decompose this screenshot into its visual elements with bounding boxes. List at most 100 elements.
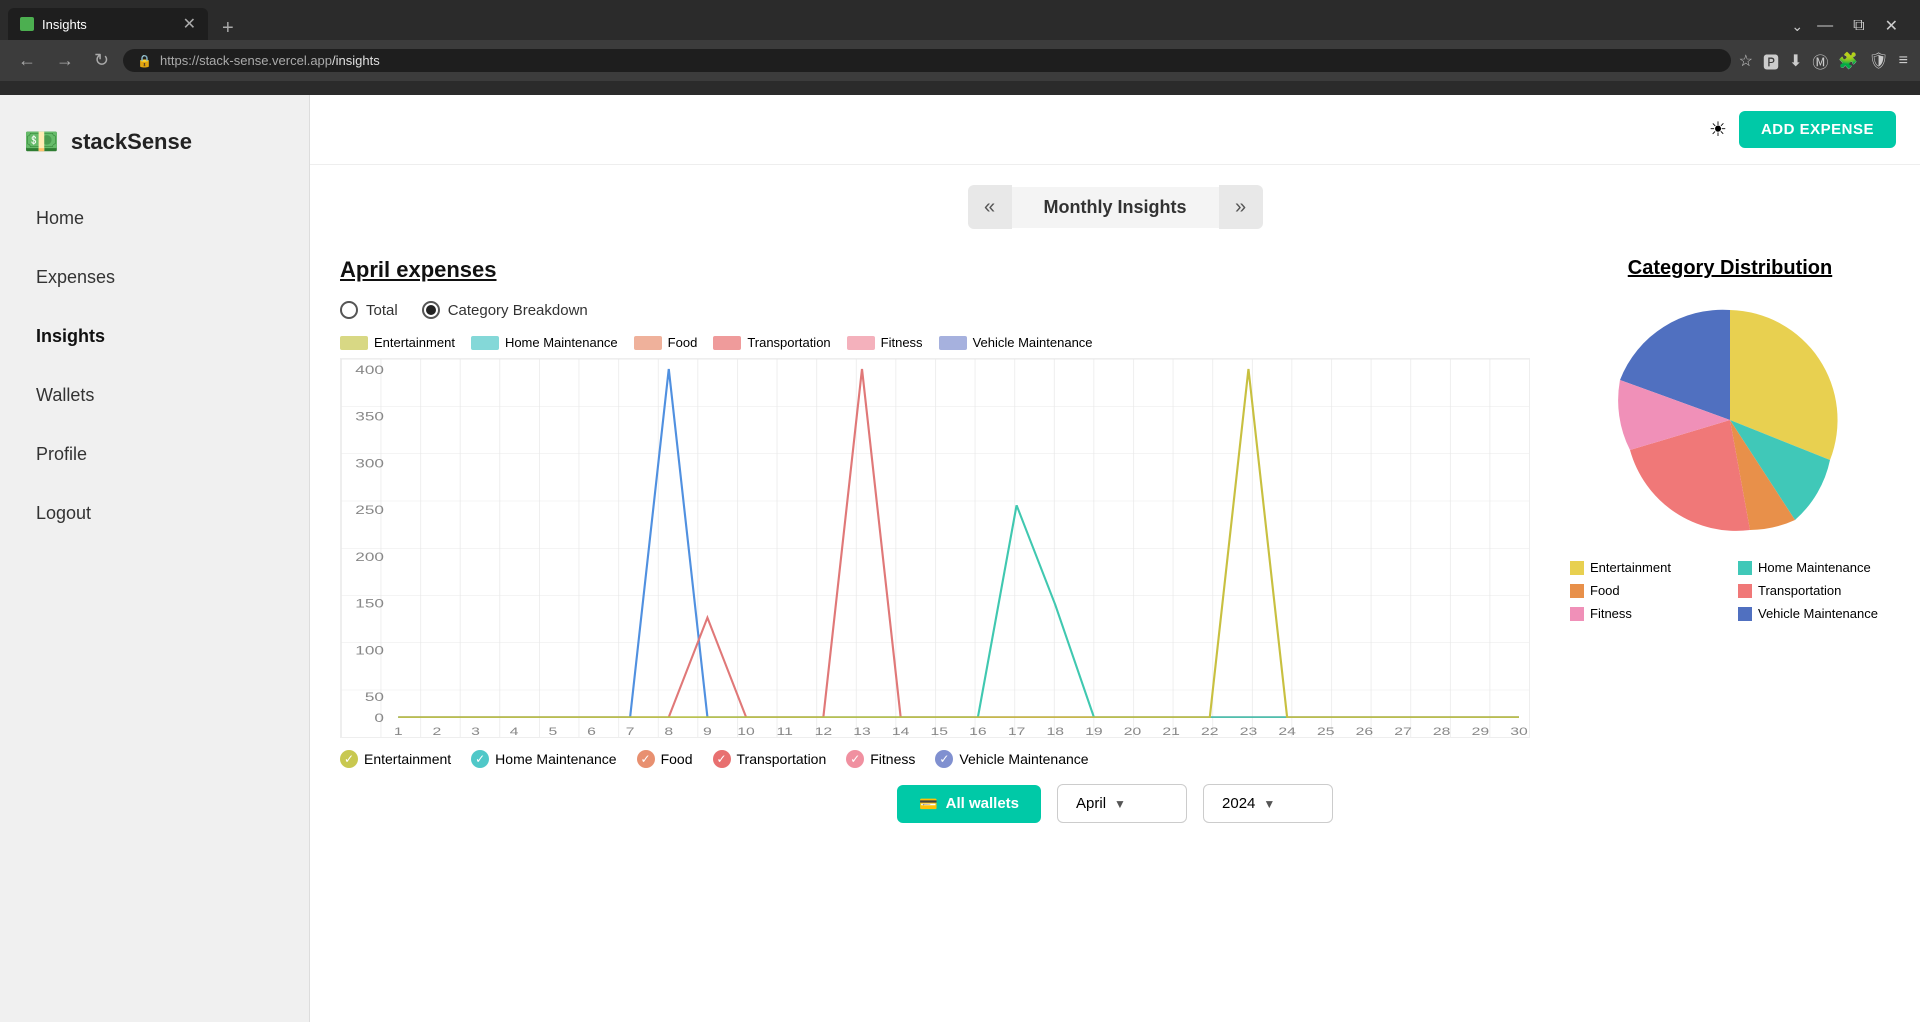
minimize-button[interactable]: — xyxy=(1811,13,1839,39)
tab-close-button[interactable]: ✕ xyxy=(183,14,196,34)
pie-legend-entertainment: Entertainment xyxy=(1570,560,1722,575)
checkbox-home-maintenance[interactable]: ✓ Home Maintenance xyxy=(471,750,616,768)
svg-text:14: 14 xyxy=(892,725,910,737)
next-month-button[interactable]: » xyxy=(1219,185,1263,229)
refresh-button[interactable]: ↻ xyxy=(88,46,115,75)
checkbox-fitness-icon: ✓ xyxy=(846,750,864,768)
tab-favicon xyxy=(20,17,34,31)
download-icon[interactable]: ⬇ xyxy=(1789,51,1802,71)
pie-legend-vehicle-maintenance-label: Vehicle Maintenance xyxy=(1758,606,1878,621)
sidebar-item-expenses[interactable]: Expenses xyxy=(8,249,301,306)
udblock-icon[interactable]: 🛡 xyxy=(1868,51,1888,71)
svg-text:23: 23 xyxy=(1240,725,1258,737)
checkbox-fitness[interactable]: ✓ Fitness xyxy=(846,750,915,768)
svg-text:250: 250 xyxy=(355,504,384,517)
legend-home-maintenance-label: Home Maintenance xyxy=(505,335,618,350)
svg-text:21: 21 xyxy=(1162,725,1180,737)
svg-text:16: 16 xyxy=(969,725,987,737)
svg-text:13: 13 xyxy=(853,725,871,737)
legend-entertainment-color xyxy=(340,336,368,350)
close-window-button[interactable]: ✕ xyxy=(1879,12,1904,40)
pie-legend: Entertainment Home Maintenance Food xyxy=(1570,560,1890,621)
bookmark-icon[interactable]: ☆ xyxy=(1739,51,1753,71)
all-wallets-button[interactable]: 💳 All wallets xyxy=(897,785,1041,823)
line-chart-svg: 400 350 300 250 200 150 100 50 0 1 2 xyxy=(341,359,1529,737)
svg-text:50: 50 xyxy=(365,692,384,705)
svg-text:2: 2 xyxy=(433,725,442,737)
profile-icon[interactable]: Ⓜ xyxy=(1812,49,1828,73)
checkbox-food-icon: ✓ xyxy=(637,750,655,768)
main-content: ☀ ADD EXPENSE « Monthly Insights » April… xyxy=(310,95,1920,1022)
forward-button[interactable]: → xyxy=(50,46,80,75)
svg-text:100: 100 xyxy=(355,645,384,658)
year-arrow-icon: ▼ xyxy=(1263,797,1275,811)
pie-legend-home-maintenance-color xyxy=(1738,561,1752,575)
theme-toggle-button[interactable]: ☀ xyxy=(1709,117,1727,142)
checkbox-food[interactable]: ✓ Food xyxy=(637,750,693,768)
monthly-nav: « Monthly Insights » xyxy=(340,185,1890,229)
svg-text:0: 0 xyxy=(374,712,384,725)
svg-text:22: 22 xyxy=(1201,725,1219,737)
logo-area: 💵 stackSense xyxy=(0,115,309,188)
legend-transportation-color xyxy=(713,336,741,350)
pie-legend-fitness-color xyxy=(1570,607,1584,621)
svg-text:400: 400 xyxy=(355,364,384,377)
chart-main: April expenses Total Category Breakdown xyxy=(340,257,1530,768)
pie-chart-svg xyxy=(1610,300,1850,540)
sidebar: 💵 stackSense Home Expenses Insights Wall… xyxy=(0,95,310,1022)
back-button[interactable]: ← xyxy=(12,46,42,75)
new-tab-button[interactable]: + xyxy=(216,17,240,40)
menu-icon[interactable]: ≡ xyxy=(1899,52,1908,70)
sidebar-item-insights[interactable]: Insights xyxy=(8,308,301,365)
checkbox-transportation-icon: ✓ xyxy=(713,750,731,768)
top-bar: ☀ ADD EXPENSE xyxy=(310,95,1920,165)
radio-category-label: Category Breakdown xyxy=(448,302,588,319)
logo-text: stackSense xyxy=(71,129,192,155)
wallet-btn-label: All wallets xyxy=(946,795,1019,812)
legend-vehicle-maintenance: Vehicle Maintenance xyxy=(939,335,1093,350)
sidebar-item-logout[interactable]: Logout xyxy=(8,485,301,542)
svg-text:1: 1 xyxy=(394,725,403,737)
chart-layout: April expenses Total Category Breakdown xyxy=(340,257,1890,768)
pie-legend-vehicle-maintenance-color xyxy=(1738,607,1752,621)
pie-legend-home-maintenance: Home Maintenance xyxy=(1738,560,1890,575)
svg-text:7: 7 xyxy=(626,725,635,737)
pie-legend-entertainment-color xyxy=(1570,561,1584,575)
pie-legend-fitness-label: Fitness xyxy=(1590,606,1632,621)
sidebar-item-profile[interactable]: Profile xyxy=(8,426,301,483)
radio-category[interactable]: Category Breakdown xyxy=(422,301,588,319)
radio-total[interactable]: Total xyxy=(340,301,398,319)
checkbox-entertainment[interactable]: ✓ Entertainment xyxy=(340,750,451,768)
checkbox-entertainment-icon: ✓ xyxy=(340,750,358,768)
checkbox-entertainment-label: Entertainment xyxy=(364,751,451,767)
extensions-icon[interactable]: 🧩 xyxy=(1838,51,1858,71)
checkbox-transportation[interactable]: ✓ Transportation xyxy=(713,750,827,768)
svg-text:4: 4 xyxy=(510,725,519,737)
pocket-icon[interactable]: 🅿 xyxy=(1763,49,1779,73)
year-select[interactable]: 2024 ▼ xyxy=(1203,784,1333,823)
prev-month-button[interactable]: « xyxy=(968,185,1012,229)
svg-text:11: 11 xyxy=(777,725,793,737)
security-icon: 🔒 xyxy=(137,54,152,68)
svg-text:25: 25 xyxy=(1317,725,1335,737)
sidebar-item-wallets[interactable]: Wallets xyxy=(8,367,301,424)
address-bar[interactable]: 🔒 https://stack-sense.vercel.app/insight… xyxy=(123,49,1731,72)
radio-category-circle xyxy=(422,301,440,319)
browser-nav-bar: ← → ↻ 🔒 https://stack-sense.vercel.app/i… xyxy=(0,40,1920,81)
svg-text:9: 9 xyxy=(703,725,712,737)
add-expense-button[interactable]: ADD EXPENSE xyxy=(1739,111,1896,148)
checkbox-home-maintenance-icon: ✓ xyxy=(471,750,489,768)
svg-text:12: 12 xyxy=(815,725,833,737)
sidebar-item-home[interactable]: Home xyxy=(8,190,301,247)
month-select[interactable]: April ▼ xyxy=(1057,784,1187,823)
pie-legend-entertainment-label: Entertainment xyxy=(1590,560,1671,575)
svg-text:300: 300 xyxy=(355,458,384,471)
active-tab[interactable]: Insights ✕ xyxy=(8,8,208,40)
pie-legend-fitness: Fitness xyxy=(1570,606,1722,621)
bottom-filters: 💳 All wallets April ▼ 2024 ▼ xyxy=(340,768,1890,839)
tab-dropdown-icon[interactable]: ⌄ xyxy=(1791,18,1803,35)
checkbox-vehicle-maintenance[interactable]: ✓ Vehicle Maintenance xyxy=(935,750,1088,768)
browser-action-buttons: ☆ 🅿 ⬇ Ⓜ 🧩 🛡 ≡ xyxy=(1739,49,1908,73)
maximize-button[interactable]: ⧉ xyxy=(1847,13,1870,39)
svg-text:19: 19 xyxy=(1085,725,1103,737)
